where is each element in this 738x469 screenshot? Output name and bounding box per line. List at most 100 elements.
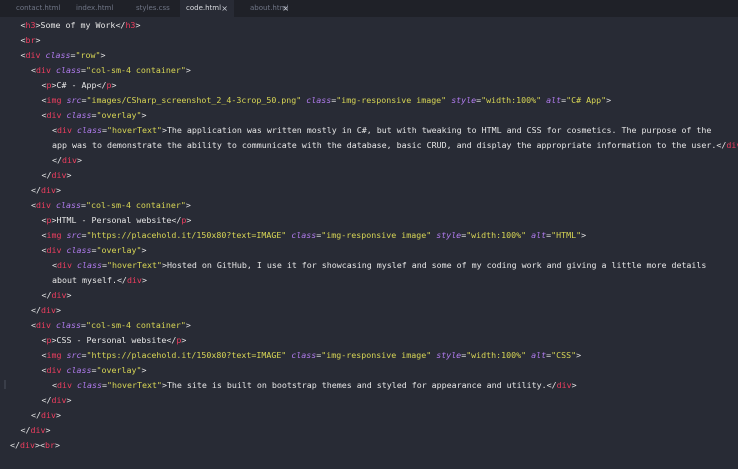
code-token: Hosted on GitHub, I use it for showcasin… xyxy=(166,260,707,270)
tab-styles-css[interactable]: styles.css xyxy=(120,0,180,17)
code-line: <br> xyxy=(10,33,738,48)
close-icon[interactable]: × xyxy=(282,0,289,17)
code-line: </div> xyxy=(10,393,738,408)
code-token: C# - App xyxy=(56,80,97,90)
tab-about-html[interactable]: about.html × xyxy=(234,0,294,17)
code-token: "img-responsive image" xyxy=(321,230,432,240)
code-line: <div class="hoverText">Hosted on GitHub,… xyxy=(10,258,738,273)
code-token: alt xyxy=(546,95,562,105)
close-icon[interactable]: × xyxy=(221,0,228,17)
code-token: The site is built on bootstrap themes an… xyxy=(166,380,547,390)
tab-label: code.html xyxy=(186,4,222,12)
code-token: > xyxy=(141,275,147,285)
code-token: "C# App" xyxy=(566,95,607,105)
code-token: img xyxy=(46,350,62,360)
code-token: > xyxy=(56,185,61,195)
code-token: img xyxy=(46,95,62,105)
code-token: CSS - Personal website xyxy=(56,335,167,345)
code-token: > xyxy=(56,305,61,315)
code-token: > xyxy=(581,230,587,240)
code-token: div xyxy=(51,395,67,405)
code-token: div xyxy=(62,155,77,165)
code-token: "overlay" xyxy=(96,245,142,255)
code-token: class xyxy=(291,230,317,240)
code-token: </ xyxy=(41,395,52,405)
code-token: "images/CSharp_screenshot_2_4-3crop_50.p… xyxy=(86,95,302,105)
code-token: div xyxy=(51,170,67,180)
code-token: > xyxy=(576,350,582,360)
code-line: <div class="col-sm-4 container"> xyxy=(10,198,738,213)
code-line: <p>HTML - Personal website</p> xyxy=(10,213,738,228)
code-line: <div class="overlay"> xyxy=(10,108,738,123)
code-token: class xyxy=(66,245,92,255)
code-line: <img src="https://placehold.it/150x80?te… xyxy=(10,228,738,243)
code-token: > xyxy=(66,395,72,405)
code-token: div xyxy=(36,320,51,330)
code-token: "col-sm-4 container" xyxy=(85,320,186,330)
code-token: </ xyxy=(41,290,52,300)
code-token: div xyxy=(36,65,51,75)
code-token: class xyxy=(77,125,102,135)
code-token: div xyxy=(126,275,142,285)
code-line: </div> xyxy=(10,168,738,183)
code-token: class xyxy=(45,50,71,60)
code-line: </div> xyxy=(10,303,738,318)
code-token: div xyxy=(57,380,72,390)
code-token: style xyxy=(451,95,477,105)
code-token: "CSS" xyxy=(551,350,577,360)
code-token: div xyxy=(57,260,72,270)
code-token: > xyxy=(185,65,191,75)
code-area[interactable]: <h3>Some of my Work</h3> <br> <div class="… xyxy=(10,18,738,453)
code-token: div xyxy=(25,50,41,60)
gutter-marker xyxy=(4,380,6,389)
code-token: div xyxy=(726,140,738,150)
tab-contact-html[interactable]: contact.html xyxy=(0,0,60,17)
code-token: "col-sm-4 container" xyxy=(85,65,186,75)
code-token: > xyxy=(55,440,60,450)
code-token: class xyxy=(291,350,317,360)
code-line: <div class="col-sm-4 container"> xyxy=(10,318,738,333)
code-token: class xyxy=(66,365,92,375)
code-editor[interactable]: contact.html index.html styles.css code.… xyxy=(0,0,738,469)
tab-bar: contact.html index.html styles.css code.… xyxy=(0,0,738,17)
code-token: div xyxy=(41,305,56,315)
code-token: "width:100%" xyxy=(466,350,527,360)
code-line: about myself.</div> xyxy=(10,273,738,288)
code-token: "hoverText" xyxy=(106,260,162,270)
code-line: </div> xyxy=(10,153,738,168)
code-token: div xyxy=(41,410,56,420)
code-token: class xyxy=(56,65,81,75)
code-line: <img src="images/CSharp_screenshot_2_4-3… xyxy=(10,93,738,108)
code-token: > xyxy=(186,215,192,225)
code-token: > xyxy=(45,425,51,435)
code-line: </div> xyxy=(10,423,738,438)
code-line: <div class="col-sm-4 container"> xyxy=(10,63,738,78)
code-token: style xyxy=(436,350,462,360)
code-token: app was to demonstrate the ability to co… xyxy=(52,140,717,150)
code-token: > xyxy=(181,335,187,345)
tab-code-html[interactable]: code.html × xyxy=(180,0,234,17)
code-line: <div class="overlay"> xyxy=(10,243,738,258)
tab-label: index.html xyxy=(76,4,114,12)
code-line: <p>CSS - Personal website</p> xyxy=(10,333,738,348)
code-line: <div class="hoverText">The site is built… xyxy=(10,378,738,393)
code-token: </ xyxy=(52,155,62,165)
code-line: <div class="overlay"> xyxy=(10,363,738,378)
code-token: > xyxy=(56,410,61,420)
code-token: > xyxy=(66,170,72,180)
code-token: "https://placehold.it/150x80?text=IMAGE" xyxy=(86,230,287,240)
code-token: br xyxy=(45,440,55,450)
tab-label: styles.css xyxy=(136,4,170,12)
code-token: div xyxy=(556,380,572,390)
code-token: "row" xyxy=(75,50,101,60)
code-token: src xyxy=(66,350,82,360)
code-token: </ xyxy=(115,20,126,30)
code-token: src xyxy=(66,95,82,105)
code-line: <div class="row"> xyxy=(10,48,738,63)
code-token: class xyxy=(77,380,102,390)
tab-index-html[interactable]: index.html xyxy=(60,0,120,17)
code-token: "hoverText" xyxy=(106,380,162,390)
code-token: class xyxy=(77,260,102,270)
code-token: div xyxy=(46,245,62,255)
code-token: class xyxy=(56,320,81,330)
